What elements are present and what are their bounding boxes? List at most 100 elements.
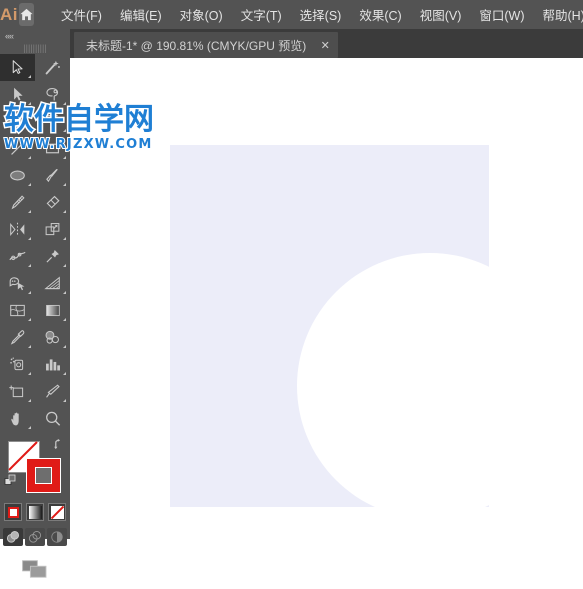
pen-tool[interactable]	[0, 108, 35, 135]
gradient-tool[interactable]	[35, 297, 70, 324]
menu-view[interactable]: 视图(V)	[411, 1, 471, 28]
eraser-tool[interactable]	[35, 189, 70, 216]
column-graph-tool[interactable]	[35, 351, 70, 378]
screen-mode-button[interactable]	[0, 549, 70, 589]
stroke-swatch[interactable]	[26, 458, 61, 493]
tool-flyout-indicator	[63, 210, 66, 213]
magnifier-icon	[44, 410, 62, 428]
artboard-tool[interactable]	[0, 378, 35, 405]
eraser-icon	[44, 194, 61, 211]
close-icon[interactable]: ✕	[318, 38, 332, 52]
tool-flyout-indicator	[28, 345, 31, 348]
paintbrush-tool[interactable]	[35, 162, 70, 189]
eyedropper-icon	[9, 329, 26, 346]
selection-arrow-icon	[9, 59, 26, 76]
width-warp-tool[interactable]	[0, 243, 35, 270]
illustrator-window: Ai 文件(F) 编辑(E) 对象(O) 文字(T) 选择(S) 效果(C) 视…	[0, 0, 583, 539]
free-transform-tool[interactable]	[35, 243, 70, 270]
screen-mode-icon	[21, 558, 49, 580]
lasso-tool[interactable]	[35, 81, 70, 108]
draw-behind-icon	[28, 530, 42, 544]
blend-tool[interactable]	[35, 324, 70, 351]
mesh-tool[interactable]	[0, 297, 35, 324]
perspective-grid-icon	[43, 275, 62, 292]
slice-tool[interactable]	[35, 378, 70, 405]
mesh-icon	[8, 302, 27, 319]
menu-window[interactable]: 窗口(W)	[470, 1, 533, 28]
selection-tool[interactable]	[0, 54, 35, 81]
app-logo: Ai	[0, 0, 18, 29]
menu-file[interactable]: 文件(F)	[52, 1, 111, 28]
gradient-mode-button[interactable]	[26, 503, 44, 521]
tool-flyout-indicator	[28, 291, 31, 294]
tool-flyout-indicator	[63, 264, 66, 267]
tool-flyout-indicator	[63, 156, 66, 159]
free-transform-pin-icon	[44, 248, 61, 265]
scale-icon	[44, 221, 61, 238]
magic-wand-icon	[44, 59, 61, 76]
column-graph-icon	[43, 356, 62, 373]
tool-flyout-indicator	[63, 129, 66, 132]
symbol-sprayer-tool[interactable]	[0, 351, 35, 378]
perspective-grid-tool[interactable]	[35, 270, 70, 297]
menu-help[interactable]: 帮助(H)	[534, 1, 583, 28]
draw-behind-button[interactable]	[25, 528, 45, 546]
tool-flyout-indicator	[28, 129, 31, 132]
rectangle-tool[interactable]	[35, 135, 70, 162]
tool-flyout-indicator	[63, 183, 66, 186]
pen-nib-icon	[9, 113, 26, 130]
menu-effect[interactable]: 效果(C)	[350, 1, 410, 28]
document-tab[interactable]: 未标题-1* @ 190.81% (CMYK/GPU 预览) ✕	[74, 32, 338, 58]
draw-normal-button[interactable]	[3, 528, 23, 546]
ellipse-shape[interactable]	[297, 253, 563, 519]
type-T-icon	[44, 113, 61, 130]
symbol-sprayer-icon	[8, 356, 27, 373]
color-mode-button[interactable]	[4, 503, 22, 521]
tool-flyout-indicator	[63, 237, 66, 240]
rotate-reflect-tool[interactable]	[0, 216, 35, 243]
line-segment-tool[interactable]	[0, 135, 35, 162]
swap-fill-stroke-icon[interactable]	[53, 438, 66, 454]
shape-builder-tool[interactable]	[0, 270, 35, 297]
paint-mode-row	[0, 499, 70, 525]
menu-bar: Ai 文件(F) 编辑(E) 对象(O) 文字(T) 选择(S) 效果(C) 视…	[0, 0, 583, 29]
panel-drag-handle[interactable]: ||||||||||	[0, 42, 70, 54]
menu-object[interactable]: 对象(O)	[171, 1, 232, 28]
tool-flyout-indicator	[63, 291, 66, 294]
tool-flyout-indicator	[28, 318, 31, 321]
draw-inside-button[interactable]	[47, 528, 67, 546]
ellipse-tool[interactable]	[0, 162, 35, 189]
pencil-tool[interactable]	[0, 189, 35, 216]
menu-edit[interactable]: 编辑(E)	[111, 1, 171, 28]
scale-tool[interactable]	[35, 216, 70, 243]
paintbrush-icon	[44, 167, 61, 184]
stroke-inner-hole	[35, 467, 52, 484]
artboard-icon	[8, 383, 27, 400]
direct-selection-arrow-icon	[9, 86, 26, 103]
gradient-icon	[43, 302, 62, 319]
menu-type[interactable]: 文字(T)	[232, 1, 291, 28]
default-fill-stroke-icon[interactable]	[4, 474, 18, 493]
tool-flyout-indicator	[28, 102, 31, 105]
eyedropper-tool[interactable]	[0, 324, 35, 351]
document-tab-title: 未标题-1* @ 190.81% (CMYK/GPU 预览)	[86, 37, 306, 54]
collapse-panel-button[interactable]: ««	[0, 29, 70, 42]
artboard[interactable]	[170, 145, 489, 507]
menu-select[interactable]: 选择(S)	[291, 1, 351, 28]
shape-builder-icon	[8, 275, 27, 292]
tool-flyout-indicator	[28, 237, 31, 240]
tool-flyout-indicator	[28, 399, 31, 402]
hand-tool[interactable]	[0, 405, 35, 432]
direct-selection-tool[interactable]	[0, 81, 35, 108]
tool-flyout-indicator	[63, 345, 66, 348]
none-mode-button[interactable]	[48, 503, 66, 521]
magic-wand-tool[interactable]	[35, 54, 70, 81]
home-button[interactable]	[19, 3, 34, 26]
line-segment-icon	[9, 140, 26, 157]
type-tool[interactable]	[35, 108, 70, 135]
tool-grid	[0, 54, 70, 432]
document-canvas[interactable]	[70, 58, 583, 539]
menu-item-list: 文件(F) 编辑(E) 对象(O) 文字(T) 选择(S) 效果(C) 视图(V…	[52, 1, 583, 28]
zoom-tool[interactable]	[35, 405, 70, 432]
pencil-icon	[9, 194, 26, 211]
